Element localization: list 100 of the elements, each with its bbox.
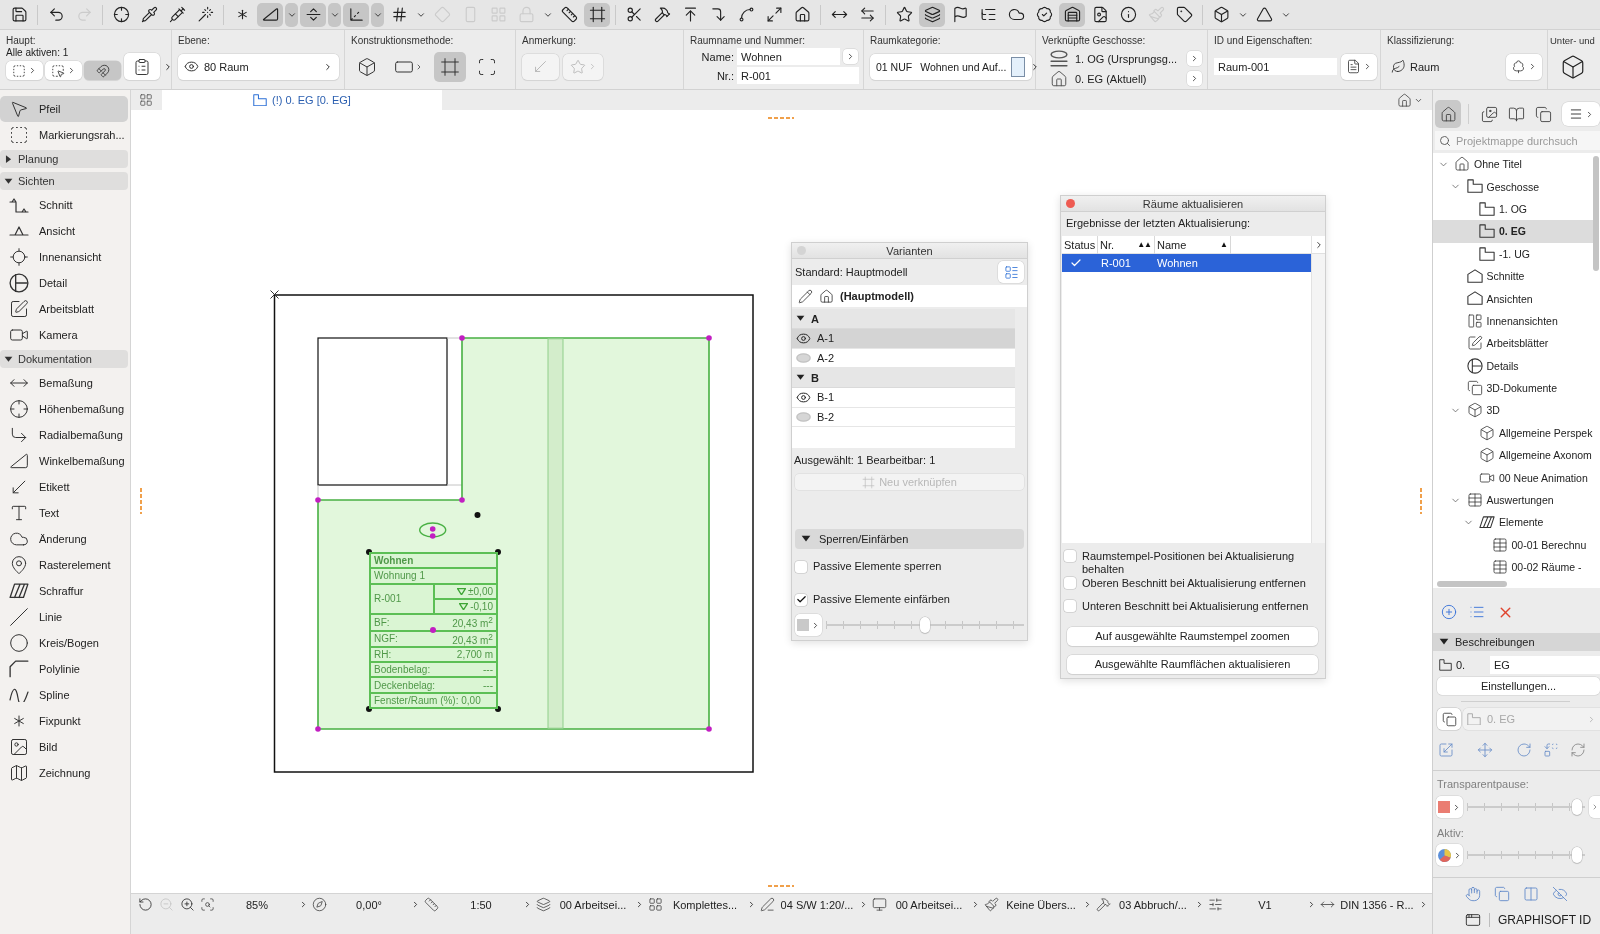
status-field[interactable]: Keine Übers... [982,894,1094,915]
status-field[interactable]: 00 Arbeitsei... [534,894,646,915]
number-field[interactable]: R-001 [737,67,859,84]
view-mode-button[interactable] [1435,100,1461,128]
column-header[interactable]: Status [1062,235,1098,254]
tool-item[interactable]: Höhenbemaßung [0,396,128,422]
layer-dropdown[interactable]: 80 Raum [178,53,339,80]
color-button[interactable] [795,614,822,636]
action-button[interactable]: Ausgewählte Raumflächen aktualisieren [1067,654,1318,674]
id-field[interactable]: Raum-001 [1214,58,1337,75]
tree-item[interactable]: Arbeitsblätter [1433,332,1593,355]
menu-button[interactable] [843,49,858,64]
tree-item[interactable]: Ansichten [1433,287,1593,310]
close-icon[interactable] [1066,199,1075,208]
tool-group-header[interactable]: Planung [0,150,128,168]
window-dot-icon[interactable] [797,246,806,255]
section-header[interactable]: Beschreibungen [1433,633,1600,651]
classification-button[interactable] [1506,53,1542,80]
column-header[interactable]: Nr. ▲▲ [1098,235,1155,254]
section-header[interactable]: Sperren/Einfärben [795,529,1024,549]
selection-button[interactable] [6,61,43,80]
dashed-handle-icon[interactable] [768,117,794,119]
status-field[interactable]: Komplettes... [646,894,758,915]
tool-item[interactable]: Bemaßung [0,370,128,396]
status-field[interactable]: 00 Arbeitsei... [870,894,982,915]
tree-item[interactable]: 3D-Dokumente [1433,376,1593,400]
tool-item[interactable]: Schraffur [0,578,128,604]
menu-button[interactable] [1187,51,1202,66]
table-row[interactable]: R-001 Wohnen [1062,254,1311,272]
variant-item[interactable]: A-1 [792,329,1015,349]
tree-item[interactable]: 0. EG [1433,220,1593,243]
tree-item[interactable]: 3D [1433,399,1593,422]
tool-item[interactable]: Markierungsrah... [0,122,128,148]
scrollbar[interactable] [1593,156,1599,271]
status-field[interactable]: V1 [1206,894,1318,915]
tree-item[interactable]: -1. UG [1433,242,1593,265]
refresh-button[interactable] [1570,741,1586,759]
tool-group-header[interactable]: Sichten [0,172,128,190]
tree-item[interactable]: Schnitte [1433,264,1593,288]
column-header[interactable]: Name ▲ [1155,235,1231,254]
tool-item[interactable]: Arbeitsblatt [0,296,128,322]
options-button[interactable] [998,261,1024,283]
checkbox[interactable] [1064,550,1076,562]
tool-item[interactable]: Linie [0,604,128,630]
scrollbar[interactable] [1437,581,1507,587]
tool-item[interactable]: Bild [0,734,128,760]
slider-thumb[interactable] [920,617,930,633]
slider-thumb[interactable] [1571,847,1582,863]
tool-group-header[interactable]: Dokumentation [0,350,128,368]
add-button[interactable] [1441,603,1457,621]
status-field[interactable]: 0,00° [310,894,422,915]
tree-item[interactable]: Geschosse [1433,175,1593,198]
view-tab[interactable]: (!) 0. EG [0. EG] [162,90,442,110]
menu-button[interactable] [1187,71,1202,86]
tree-item[interactable]: Allgemeine Perspek [1433,421,1593,445]
tool-item[interactable]: Text [0,500,128,526]
tool-item[interactable]: Spline [0,682,128,708]
name-field[interactable]: EG [1490,656,1600,674]
replace-button[interactable] [1543,741,1559,759]
status-field[interactable]: DIN 1356 - R... [1318,894,1430,915]
dashed-handle-icon[interactable] [140,488,142,514]
tiles-button[interactable] [137,91,155,109]
slider-thumb[interactable] [1571,799,1582,815]
rotate-button[interactable] [1516,741,1532,759]
expand-button[interactable] [1312,236,1325,254]
tool-item[interactable]: Fixpunkt [0,708,128,734]
dashed-handle-icon[interactable] [768,885,794,887]
tool-item[interactable]: Rasterelement [0,552,128,578]
status-field[interactable]: 03 Abbruch/... [1094,894,1206,915]
variant-group[interactable]: A [792,309,1015,329]
settings-button[interactable]: Einstellungen... [1437,677,1600,695]
tree-item[interactable]: Elemente [1433,511,1593,534]
tool-item[interactable]: Winkelbemaßung [0,448,128,474]
menu-button[interactable] [1562,102,1600,126]
hand-button[interactable] [1465,885,1481,903]
checkbox[interactable] [795,593,807,606]
tool-item[interactable]: Etikett [0,474,128,500]
tree-item[interactable]: 00 Neue Animation [1433,466,1593,489]
hide-button[interactable] [1552,885,1568,903]
scale-button[interactable] [1438,741,1454,759]
color-button[interactable] [1436,796,1463,818]
tree-item[interactable]: 1. OG [1433,197,1593,221]
split-button[interactable] [1523,885,1539,903]
tree-item[interactable]: Allgemeine Axonom [1433,444,1593,467]
search-field[interactable]: Projektmappe durchsuch [1435,131,1600,150]
variant-group[interactable]: B [792,368,1015,388]
tree-item[interactable]: Details [1433,354,1593,377]
properties-button[interactable] [1341,53,1377,80]
tool-item[interactable]: Kamera [0,322,128,348]
tool-item[interactable]: Änderung [0,526,128,552]
status-field[interactable]: 85% [198,894,310,915]
tool-item[interactable]: Zeichnung [0,760,128,786]
tool-item[interactable]: Detail [0,270,128,296]
tool-item[interactable]: Radialbemaßung [0,422,128,448]
tool-item[interactable]: Pfeil [0,96,128,122]
toggle-button[interactable] [1437,708,1461,730]
tree-item[interactable]: Auswertungen [1433,488,1593,512]
tool-item[interactable]: Kreis/Bogen [0,630,128,656]
tool-item[interactable]: Schnitt [0,192,128,218]
action-button[interactable]: Auf ausgewählte Raumstempel zoomen [1067,626,1318,646]
